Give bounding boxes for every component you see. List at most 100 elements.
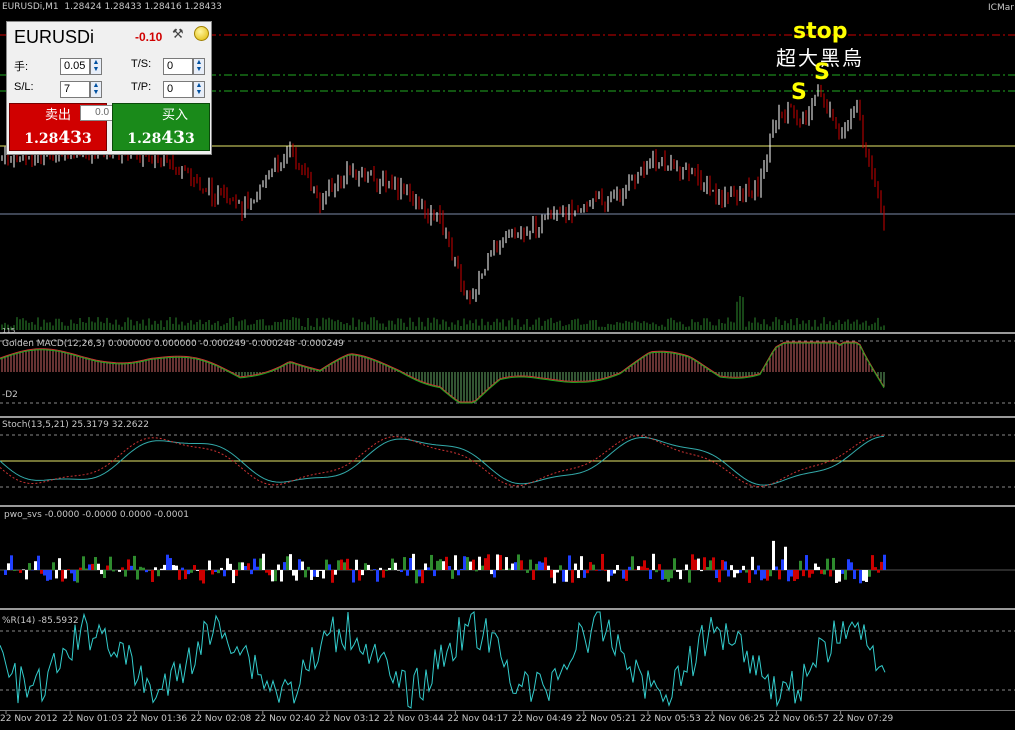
pane-separator[interactable] [0,332,1015,334]
time-axis-label: 22 Nov 01:36 [126,714,188,724]
pwo-bar [409,557,412,570]
pwo-bar [490,570,493,575]
pwo-bar [199,570,202,581]
pwo-bar [562,570,565,582]
buy-price[interactable]: 1.28433 [112,126,210,150]
pwo-bar [583,570,586,578]
pwo-bar [415,570,418,584]
pwo-bar [304,570,307,578]
pwo-bar [325,559,328,570]
macd-label: Golden MACD(12,26,3) 0.000000 0.000000 -… [2,339,344,349]
pwo-bar [73,570,76,582]
pwo-bar [493,570,496,578]
pane-separator[interactable] [0,505,1015,507]
stop-loss-input[interactable]: 7 [60,81,90,98]
pwo-bar [454,555,457,570]
pwo-bar [46,570,49,581]
pwo-bar [394,562,397,570]
pwo-bar [874,567,877,570]
pane-separator[interactable] [0,416,1015,418]
pwo-bar [727,570,730,577]
pwo-bar [307,566,310,570]
pwo-bar [184,570,187,580]
pwo-bar [799,560,802,570]
pwo-bar [748,570,751,583]
pwo-label: pwo_svs -0.0000 -0.0000 0.0000 -0.0001 [4,510,189,520]
pwo-bar [7,563,10,570]
lots-input[interactable]: 0.05 [60,58,90,75]
pwo-bar [352,570,355,583]
stop-annotation[interactable]: stop [793,19,847,44]
pwo-bar [718,570,721,583]
pwo-bar [358,570,361,581]
take-profit-input[interactable]: 0 [163,81,193,98]
pwo-bar [181,567,184,570]
pwo-bar [604,570,607,571]
pwo-bar [484,558,487,570]
pwo-bar [79,567,82,570]
pwo-bar [100,570,103,575]
pwo-bar [655,570,658,573]
pwo-bar [124,570,127,577]
tools-icon[interactable]: ⚒ [172,26,184,42]
lots-stepper[interactable]: ▲ ▼ [90,58,102,75]
take-profit-stepper[interactable]: ▲ ▼ [193,81,205,98]
time-axis-label: 22 Nov 04:49 [511,714,573,724]
trailing-stop-input[interactable]: 0 [163,58,193,75]
pwo-bar [664,570,667,579]
pwo-bar [460,568,463,570]
pane-separator[interactable] [0,608,1015,610]
pwo-bar [55,570,58,579]
pwo-bar [733,570,736,578]
pwo-bar [817,566,820,570]
stop-loss-stepper[interactable]: ▲ ▼ [90,81,102,98]
pwo-bar [427,567,430,570]
coin-icon[interactable] [194,26,209,41]
pwo-bar [469,561,472,570]
pwo-bar [202,570,205,584]
buy-button-label[interactable]: 买入 [140,105,210,124]
pwo-bar [256,566,259,570]
one-click-trade-panel[interactable]: EURUSDi -0.10 ⚒ 手: 0.05 ▲ ▼ T/S: 0 ▲ ▼ S/L… [6,21,212,155]
pwo-bar [745,570,748,573]
pwo-bar [28,563,31,570]
pwo-bar [601,553,604,570]
pwo-bar [580,556,583,570]
pwo-bar [40,570,43,574]
pwo-bar [121,567,124,570]
pwo-bar [160,568,163,570]
pwo-bar [652,553,655,570]
pwo-bar [88,564,91,570]
pwo-bar [847,559,850,570]
take-profit-label: T/P: [131,81,152,93]
pwo-bar [841,570,844,574]
sell-signal-s1[interactable]: S [791,80,807,105]
pwo-bar [703,557,706,570]
pwo-bar [157,570,160,577]
pwo-bar [442,561,445,570]
pwo-bar [361,570,364,576]
pwo-bar [730,565,733,570]
pwo-bar [649,570,652,580]
pwo-bar [217,570,220,574]
pwo-bar [247,563,250,570]
time-axis-label: 22 Nov 04:17 [447,714,509,724]
time-axis-label: 22 Nov 06:25 [704,714,765,724]
trailing-stop-stepper[interactable]: ▲ ▼ [193,58,205,75]
pwo-bar [694,559,697,570]
volume-label: 115 [2,327,16,335]
pwo-bar [856,569,859,570]
pwo-bar [220,567,223,570]
pwo-bar [232,570,235,584]
pwo-bar [37,555,40,570]
sell-price[interactable]: 1.28433 [9,126,107,150]
pwo-bar [130,565,133,570]
pwo-bar [34,561,37,570]
pwo-bar [118,570,121,572]
pwo-bar [289,554,292,570]
time-axis-label: 22 Nov 03:12 [319,714,380,724]
pwo-bar [457,570,460,576]
sell-signal-s2[interactable]: S [814,60,830,85]
pwo-bar [253,558,256,570]
pwo-bar [190,570,193,573]
